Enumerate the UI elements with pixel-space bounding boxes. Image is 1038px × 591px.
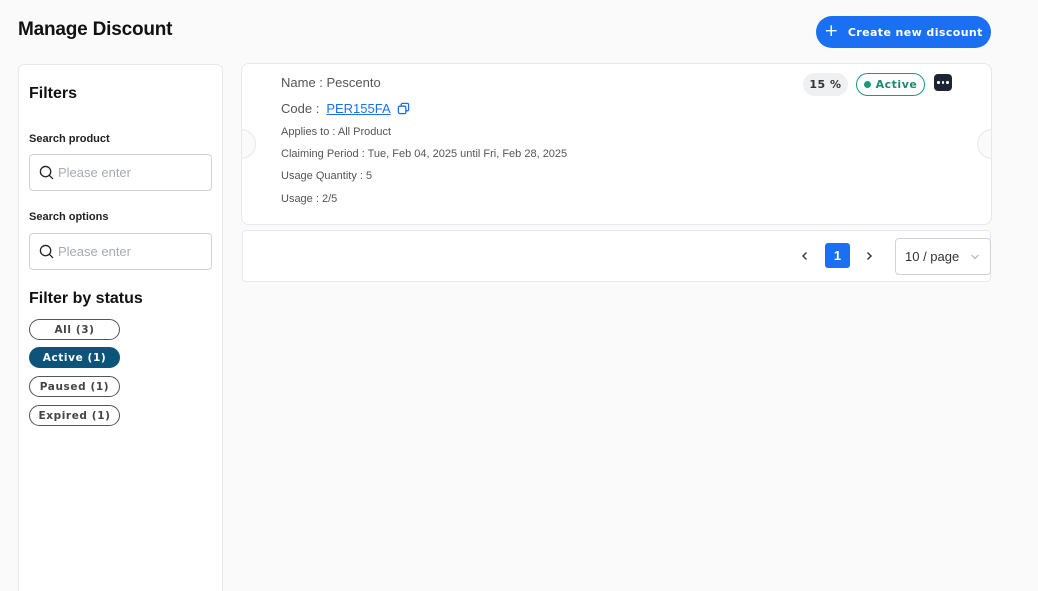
create-new-discount-label: Create new discount	[847, 25, 983, 39]
status-filter-paused[interactable]: Paused (1)	[29, 376, 120, 397]
discount-usage: Usage : 2/5	[281, 193, 338, 205]
status-filter-active[interactable]: Active (1)	[29, 347, 120, 368]
more-icon-dot	[946, 81, 949, 84]
next-page-button[interactable]	[861, 248, 877, 264]
search-product-label: Search product	[29, 133, 110, 145]
card-notch-left	[242, 129, 256, 159]
manage-discount-page: Manage Discount + Create new discount Fi…	[0, 0, 1038, 591]
discount-usage-quantity: Usage Quantity : 5	[281, 170, 373, 182]
more-options-button[interactable]	[934, 74, 952, 91]
pagination: 1 10 / page	[242, 230, 991, 282]
page-size-select[interactable]: 10 / page	[895, 238, 991, 275]
discount-card[interactable]: Name : Pescento Code : PER155FA Applies …	[241, 63, 992, 225]
search-options-input[interactable]	[58, 244, 198, 259]
discount-code-row: Code : PER155FA	[281, 101, 410, 116]
status-filter-expired[interactable]: Expired (1)	[29, 405, 120, 426]
discount-code-link[interactable]: PER155FA	[326, 101, 390, 116]
discount-claiming-period: Claiming Period : Tue, Feb 04, 2025 unti…	[281, 148, 568, 160]
status-badge: Active	[856, 73, 925, 96]
more-icon-dot	[941, 81, 945, 84]
copy-icon[interactable]	[397, 102, 410, 115]
page-size-value: 10 / page	[905, 249, 960, 264]
discount-applies-to: Applies to : All Product	[281, 126, 392, 138]
search-icon	[39, 165, 54, 180]
create-new-discount-button[interactable]: + Create new discount	[816, 16, 991, 48]
discount-code-label: Code :	[281, 101, 320, 116]
chevron-left-icon	[802, 252, 807, 260]
filter-by-status-title: Filter by status	[29, 290, 143, 307]
search-options-field	[29, 233, 212, 270]
status-badge-label: Active	[875, 78, 918, 91]
filters-title: Filters	[29, 85, 78, 102]
card-notch-right	[977, 129, 991, 159]
search-product-field	[29, 154, 212, 191]
previous-page-button[interactable]	[797, 248, 813, 264]
chevron-down-icon	[970, 252, 980, 262]
status-dot-icon	[863, 81, 871, 88]
search-options-label: Search options	[29, 211, 109, 223]
discount-percent-badge: 15 %	[803, 73, 848, 96]
filters-panel: Filters Search product Search options Fi…	[18, 64, 223, 591]
page-title: Manage Discount	[18, 19, 173, 40]
plus-icon: +	[824, 20, 839, 41]
more-icon	[937, 81, 940, 84]
status-filter-all[interactable]: All (3)	[29, 319, 120, 340]
search-icon	[39, 244, 54, 259]
discount-name: Name : Pescento	[281, 75, 381, 90]
page-number-current[interactable]: 1	[825, 243, 850, 268]
search-product-input[interactable]	[58, 165, 198, 180]
chevron-right-icon	[867, 252, 872, 260]
